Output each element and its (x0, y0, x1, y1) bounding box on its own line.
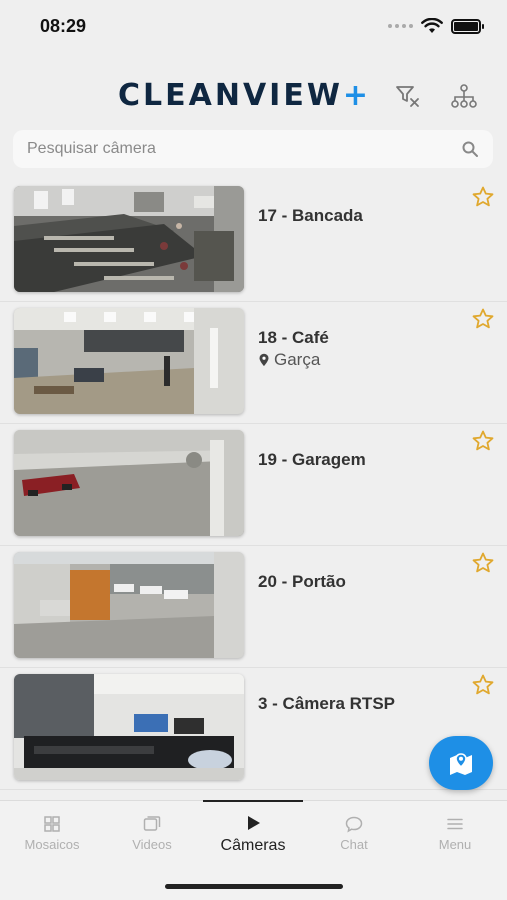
map-button[interactable] (429, 736, 493, 790)
tab-label: Chat (340, 837, 368, 852)
camera-row[interactable]: 18 - Café Garça (0, 302, 507, 424)
tab-menu[interactable]: Menu (405, 815, 505, 852)
camera-title[interactable]: 20 - Portão (258, 572, 346, 592)
search-input[interactable] (27, 140, 461, 158)
map-pin-icon (450, 753, 472, 775)
battery-icon (451, 18, 484, 34)
camera-location-text: Garça (274, 350, 321, 369)
tab-label: Câmeras (220, 837, 286, 854)
camera-row[interactable]: 19 - Garagem (0, 424, 507, 546)
search-bar[interactable] (13, 130, 493, 168)
camera-thumbnail[interactable] (14, 430, 244, 536)
camera-row[interactable]: 20 - Portão (0, 546, 507, 668)
grid-icon (44, 816, 60, 832)
status-bar: 08:29 (0, 0, 507, 54)
camera-thumbnail[interactable] (14, 186, 244, 292)
app-logo: CLEANVIEW+ (118, 78, 371, 113)
location-pin-icon (259, 353, 269, 366)
star-icon[interactable] (471, 185, 495, 209)
camera-title[interactable]: 3 - Câmera RTSP (258, 694, 395, 714)
home-indicator (165, 884, 343, 889)
wifi-icon (421, 18, 443, 33)
tab-cameras[interactable]: Câmeras (203, 813, 303, 855)
hierarchy-icon[interactable] (450, 82, 478, 110)
camera-title[interactable]: 17 - Bancada (258, 206, 363, 226)
camera-thumbnail[interactable] (14, 552, 244, 658)
star-icon[interactable] (471, 307, 495, 331)
status-time: 08:29 (40, 16, 87, 36)
star-icon[interactable] (471, 551, 495, 575)
signal-icon (388, 24, 413, 28)
camera-location: Garça (258, 350, 320, 370)
logo-plus: + (342, 78, 372, 113)
chat-icon (345, 816, 363, 833)
star-icon[interactable] (471, 429, 495, 453)
clear-filter-icon[interactable] (394, 82, 422, 110)
app-header: CLEANVIEW+ (0, 70, 507, 120)
search-icon[interactable] (461, 140, 479, 158)
tab-chat[interactable]: Chat (304, 815, 404, 852)
tab-videos[interactable]: Videos (102, 815, 202, 852)
menu-icon (447, 818, 463, 830)
logo-text: CLEANVIEW (118, 78, 343, 113)
play-icon (248, 816, 260, 830)
tab-label: Mosaicos (24, 837, 80, 852)
camera-title[interactable]: 19 - Garagem (258, 450, 366, 470)
camera-row[interactable]: 17 - Bancada (0, 180, 507, 302)
tab-label: Videos (132, 837, 172, 852)
camera-title[interactable]: 18 - Café (258, 328, 329, 348)
status-icons (388, 18, 484, 34)
tab-label: Menu (438, 837, 472, 852)
star-icon[interactable] (471, 673, 495, 697)
camera-list[interactable]: 17 - Bancada 18 - Café Garça 19 - Garage… (0, 180, 507, 790)
videos-icon (143, 816, 161, 831)
tab-mosaicos[interactable]: Mosaicos (2, 815, 102, 852)
camera-thumbnail[interactable] (14, 308, 244, 414)
camera-thumbnail[interactable] (14, 674, 244, 780)
active-tab-indicator (203, 800, 303, 802)
